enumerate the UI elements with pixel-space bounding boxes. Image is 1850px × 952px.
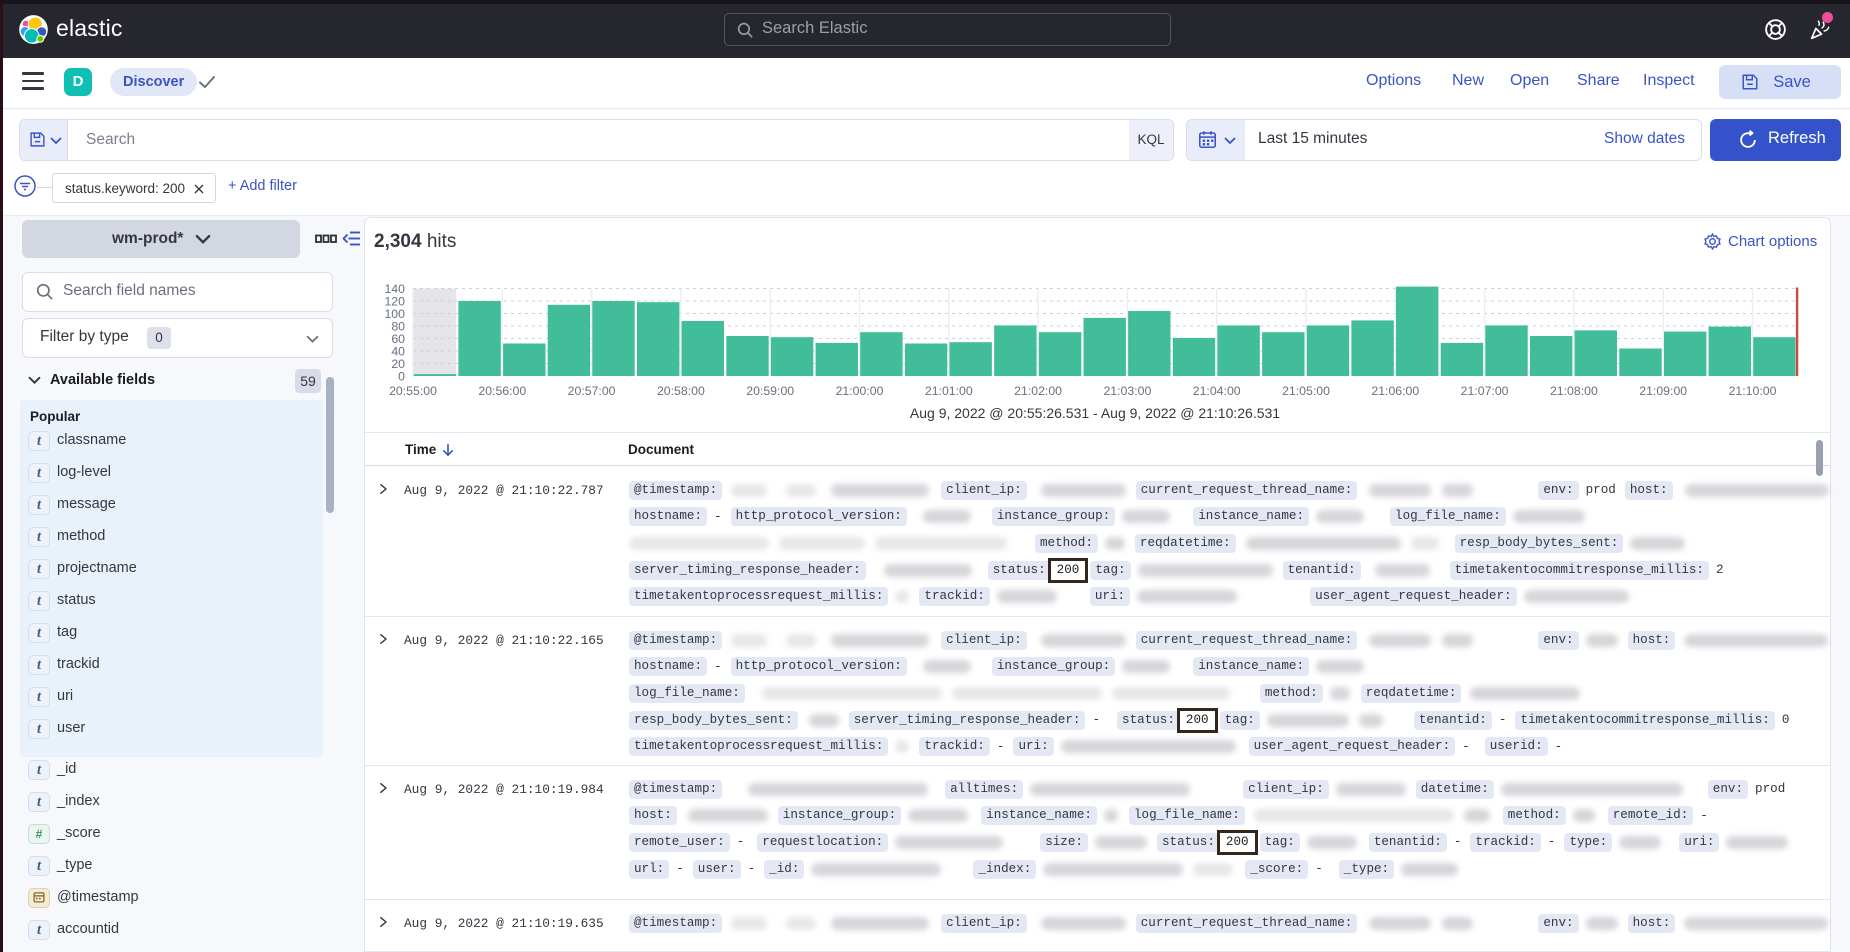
svg-text:40: 40	[391, 344, 405, 358]
svg-text:120: 120	[384, 294, 405, 308]
svg-text:21:06:00: 21:06:00	[1371, 384, 1419, 398]
svg-text:21:08:00: 21:08:00	[1550, 384, 1598, 398]
svg-text:21:01:00: 21:01:00	[925, 384, 973, 398]
svg-text:20:56:00: 20:56:00	[478, 384, 526, 398]
svg-text:21:00:00: 21:00:00	[836, 384, 884, 398]
svg-text:21:07:00: 21:07:00	[1461, 384, 1509, 398]
svg-text:20:57:00: 20:57:00	[568, 384, 616, 398]
svg-text:21:09:00: 21:09:00	[1639, 384, 1687, 398]
svg-text:21:04:00: 21:04:00	[1193, 384, 1241, 398]
svg-text:100: 100	[384, 307, 405, 321]
svg-text:140: 140	[384, 282, 405, 296]
svg-text:21:10:00: 21:10:00	[1729, 384, 1777, 398]
svg-text:80: 80	[391, 319, 405, 333]
svg-text:20: 20	[391, 357, 405, 371]
svg-text:21:03:00: 21:03:00	[1103, 384, 1151, 398]
svg-text:60: 60	[391, 332, 405, 346]
svg-text:21:05:00: 21:05:00	[1282, 384, 1330, 398]
svg-text:20:58:00: 20:58:00	[657, 384, 705, 398]
svg-text:0: 0	[398, 369, 405, 383]
svg-text:21:02:00: 21:02:00	[1014, 384, 1062, 398]
svg-text:20:55:00: 20:55:00	[389, 384, 437, 398]
svg-text:20:59:00: 20:59:00	[746, 384, 794, 398]
